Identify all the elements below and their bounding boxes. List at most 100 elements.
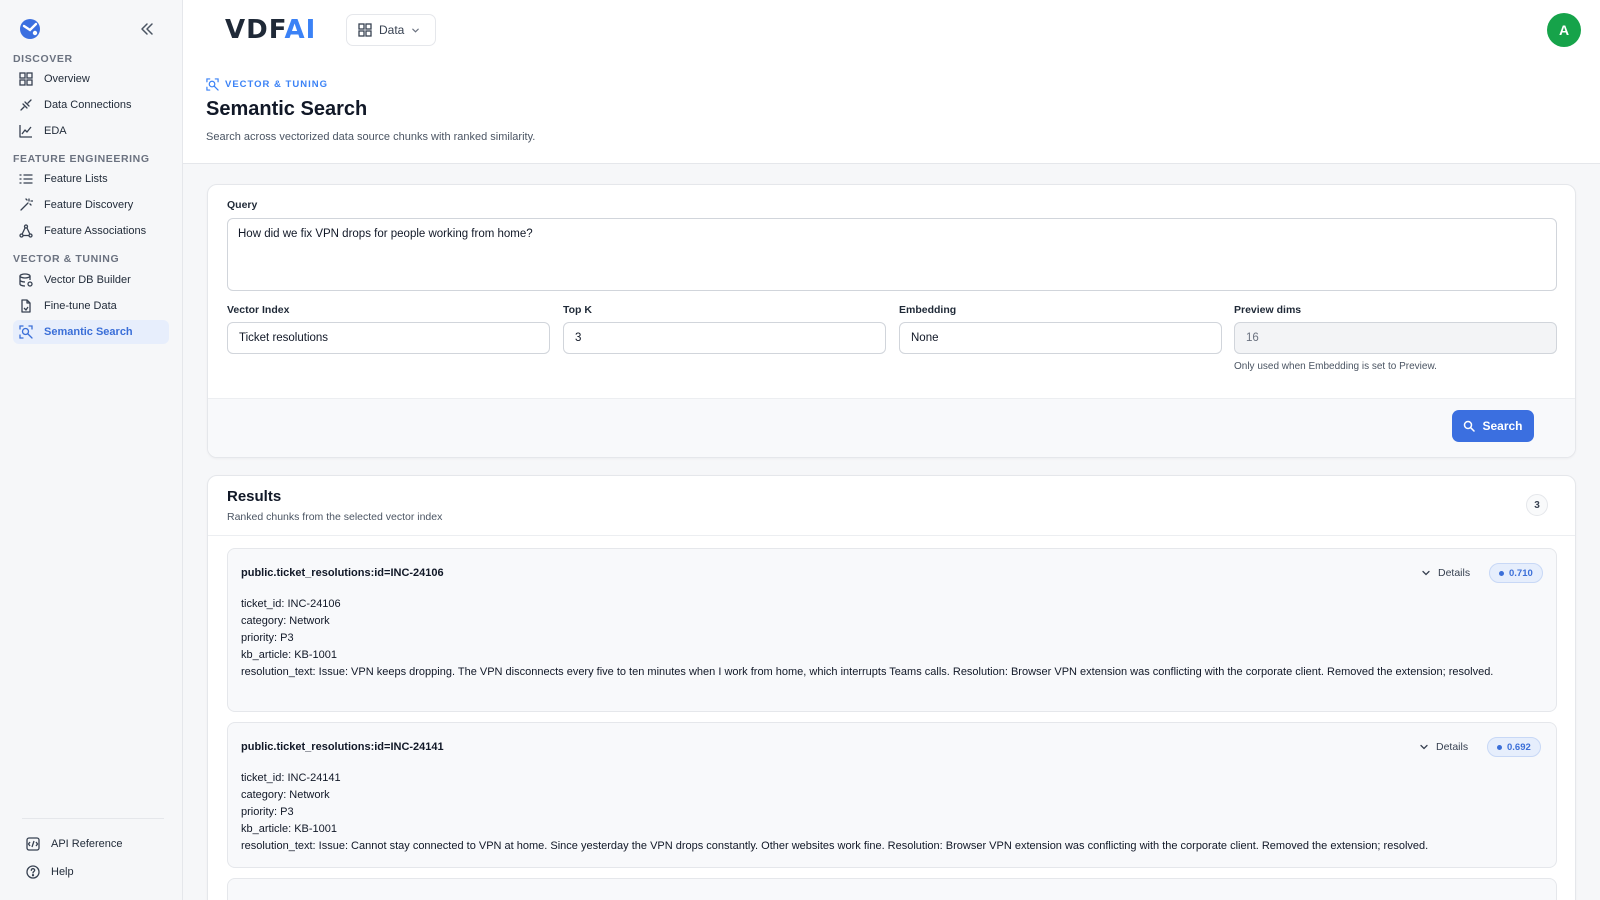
sidebar-item-label: Fine-tune Data [44,300,117,312]
query-input[interactable]: How did we fix VPN drops for people work… [227,218,1557,291]
results-subtitle: Ranked chunks from the selected vector i… [227,511,443,523]
sidebar-item-vector-db-builder[interactable]: Vector DB Builder [13,268,169,292]
vector-index-select[interactable]: Ticket resolutions [227,322,550,354]
sidebar-item-api-reference[interactable]: API Reference [25,836,123,852]
file-icon [18,298,34,314]
result-body: ticket_id: INC-24141 category: Network p… [241,770,1541,855]
result-line: kb_article: KB-1001 [241,649,337,661]
result-body: ticket_id: INC-24106 category: Network p… [241,596,1541,681]
details-label: Details [1438,567,1471,579]
network-icon [18,223,34,239]
results-count-badge: 3 [1526,494,1548,516]
preview-dims-hint: Only used when Embedding is set to Previ… [1234,361,1437,372]
sidebar-item-feature-lists[interactable]: Feature Lists [13,167,169,191]
search-form-card: Query How did we fix VPN drops for peopl… [207,184,1576,458]
brand-logo[interactable]: VDFAI [225,15,316,45]
result-line: priority: P3 [241,806,294,818]
page-header: VECTOR & TUNING Semantic Search Search a… [183,60,1600,164]
result-line: resolution_text: Issue: VPN keeps droppi… [241,666,1494,678]
preview-dims-label: Preview dims [1234,304,1302,316]
brand-ai-text: AI [284,15,317,45]
sidebar-item-overview[interactable]: Overview [13,67,169,91]
section-title-discover: DISCOVER [13,53,73,65]
result-item: public.ticket_resolutions:id=INC-24141 D… [227,722,1557,868]
search-button[interactable]: Search [1452,410,1534,442]
vector-index-label: Vector Index [227,304,290,316]
top-k-label: Top K [563,304,592,316]
sidebar-divider [22,818,164,819]
sidebar-item-semantic-search[interactable]: Semantic Search [13,320,169,344]
sidebar-item-eda[interactable]: EDA [13,119,169,143]
top-k-input[interactable]: 3 [563,322,886,354]
details-label: Details [1436,741,1469,753]
score-value: 0.692 [1507,741,1531,753]
sidebar-item-label: Feature Associations [44,225,147,237]
sidebar-item-help[interactable]: Help [25,864,74,880]
result-id: public.ticket_resolutions:id=INC-24141 [241,741,444,753]
result-line: ticket_id: INC-24141 [241,772,341,784]
search-icon [1463,420,1476,433]
sidebar-item-label: Help [51,866,74,878]
sidebar-item-fine-tune-data[interactable]: Fine-tune Data [13,294,169,318]
form-footer: Search [208,398,1575,457]
brand-main-text: VDF [225,15,285,45]
search-button-label: Search [1482,419,1523,433]
score-value: 0.710 [1509,567,1533,579]
query-label: Query [227,199,258,211]
topbar: VDFAI Data A [183,0,1600,60]
result-line: category: Network [241,615,330,627]
result-id: public.ticket_resolutions:id=INC-24106 [241,567,444,579]
sidebar-item-label: Feature Lists [44,173,108,185]
details-toggle[interactable]: Details [1419,741,1468,753]
avatar[interactable]: A [1547,13,1581,47]
app-logo-icon[interactable] [18,17,42,41]
sidebar-item-feature-discovery[interactable]: Feature Discovery [13,193,169,217]
section-title-vector-tuning: VECTOR & TUNING [13,253,120,265]
chevron-down-icon [411,26,420,35]
details-toggle[interactable]: Details [1421,567,1470,579]
score-dot-icon [1497,744,1502,750]
preview-dims-input[interactable]: 16 [1234,322,1557,354]
sidebar-item-label: EDA [44,125,67,137]
search-scan-icon [18,324,34,340]
plug-icon [18,97,34,113]
page-title: Semantic Search [206,98,368,120]
wand-icon [18,197,34,213]
similarity-score-badge: 0.692 [1487,737,1541,757]
sidebar-item-label: Semantic Search [44,326,133,338]
sidebar-item-data-connections[interactable]: Data Connections [13,93,169,117]
main-content: Query How did we fix VPN drops for peopl… [183,164,1600,900]
similarity-score-badge: 0.710 [1489,563,1543,583]
result-line: kb_article: KB-1001 [241,823,337,835]
sidebar-item-label: Data Connections [44,99,132,111]
result-line: priority: P3 [241,632,294,644]
result-item: public.ticket_resolutions:id=INC-24106 D… [227,548,1557,712]
collapse-sidebar-icon[interactable] [138,20,156,38]
workspace-dropdown[interactable]: Data [346,14,436,46]
breadcrumb-text: VECTOR & TUNING [225,79,328,90]
workspace-label: Data [379,23,405,37]
search-scan-icon [206,78,219,91]
breadcrumb: VECTOR & TUNING [206,78,328,91]
embedding-label: Embedding [899,304,957,316]
sidebar-item-label: Vector DB Builder [44,274,131,286]
chevron-down-icon [1419,742,1429,752]
sidebar: DISCOVER Overview Data Connections EDA F… [0,0,183,900]
results-title: Results [227,488,282,505]
result-line: resolution_text: Issue: Cannot stay conn… [241,840,1429,852]
chart-icon [18,123,34,139]
sidebar-item-label: API Reference [51,838,123,850]
sidebar-item-feature-associations[interactable]: Feature Associations [13,219,169,243]
grid-icon [358,23,372,37]
result-item-partial [227,878,1557,900]
results-divider [208,535,1575,536]
api-icon [25,836,41,852]
sidebar-item-label: Feature Discovery [44,199,134,211]
database-icon [18,272,34,288]
embedding-select[interactable]: None [899,322,1222,354]
help-icon [25,864,41,880]
result-line: ticket_id: INC-24106 [241,598,341,610]
results-card: Results Ranked chunks from the selected … [207,475,1576,900]
score-dot-icon [1499,570,1504,576]
sidebar-item-label: Overview [44,73,90,85]
